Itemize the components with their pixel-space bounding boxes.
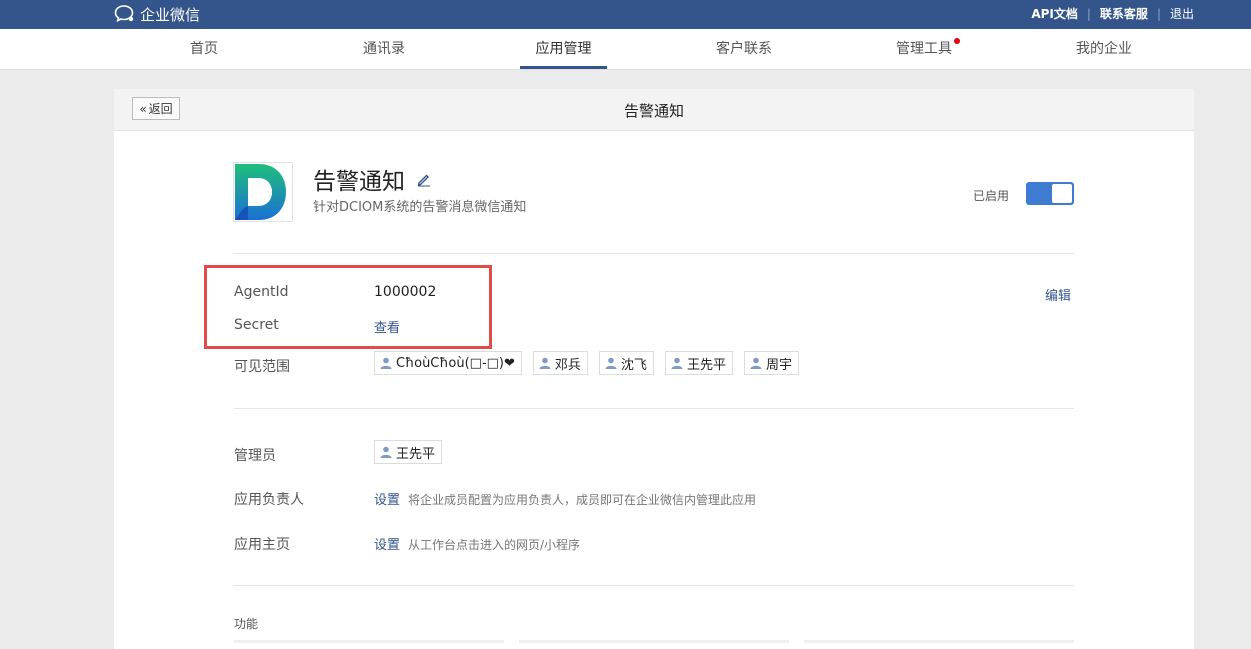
- panel-header: 告警通知 « 返回: [114, 89, 1194, 131]
- logout-link[interactable]: 退出: [1170, 5, 1194, 22]
- highlight-box: [204, 265, 492, 349]
- owner-label: 应用负责人: [234, 492, 304, 508]
- divider: [234, 585, 1074, 586]
- member-tag[interactable]: CħoùCħoù(□-□)❤: [374, 351, 522, 375]
- set-homepage-link[interactable]: 设置: [374, 538, 400, 553]
- admin-tags: 王先平: [374, 440, 453, 464]
- user-icon: [380, 357, 392, 369]
- back-button[interactable]: « 返回: [132, 97, 180, 120]
- set-owner-link[interactable]: 设置: [374, 493, 400, 508]
- app-detail-panel: 告警通知 « 返回 告警通知 针对DCIOM系统的告警消息微信通知 已启用 Ag…: [114, 89, 1194, 649]
- member-name: 沈飞: [620, 357, 647, 373]
- divider: [234, 408, 1074, 409]
- homepage-row: 设置 从工作台点击进入的网页/小程序: [374, 534, 580, 553]
- member-name: 王先平: [686, 357, 726, 373]
- member-tag[interactable]: 周宇: [743, 351, 799, 375]
- visibility-label: 可见范围: [234, 359, 290, 375]
- app-logo: [233, 162, 293, 222]
- nav-app-management[interactable]: 应用管理: [520, 29, 607, 69]
- double-chevron-left-icon: «: [139, 101, 147, 116]
- member-tag[interactable]: 沈飞: [598, 351, 654, 375]
- features-label: 功能: [234, 617, 259, 631]
- member-tag[interactable]: 邓兵: [532, 351, 588, 375]
- main-nav: 首页 通讯录 应用管理 客户联系 管理工具 我的企业: [0, 29, 1251, 70]
- brand-logo[interactable]: 企业微信: [114, 4, 200, 24]
- member-name: 周宇: [765, 357, 792, 373]
- member-name: CħoùCħoù(□-□)❤: [396, 355, 515, 371]
- member-name: 邓兵: [554, 357, 581, 373]
- app-name: 告警通知: [313, 169, 405, 195]
- admin-name: 王先平: [396, 446, 436, 462]
- user-icon: [671, 357, 683, 369]
- user-icon: [539, 357, 551, 369]
- top-bar: 企业微信 API文档 | 联系客服 | 退出: [0, 0, 1251, 29]
- visibility-tags: CħoùCħoù(□-□)❤ 邓兵 沈飞 王先平 周宇: [374, 351, 810, 375]
- api-docs-link[interactable]: API文档: [1031, 5, 1078, 22]
- owner-hint: 将企业成员配置为应用负责人，成员即可在企业微信内管理此应用: [408, 493, 757, 507]
- edit-link[interactable]: 编辑: [1045, 285, 1071, 304]
- owner-row: 设置 将企业成员配置为应用负责人，成员即可在企业微信内管理此应用: [374, 489, 756, 508]
- admin-tag[interactable]: 王先平: [374, 440, 443, 464]
- user-icon: [750, 357, 762, 369]
- nav-my-enterprise[interactable]: 我的企业: [1066, 29, 1142, 69]
- top-links: API文档 | 联系客服 | 退出: [1031, 5, 1194, 22]
- nav-customer-contact[interactable]: 客户联系: [706, 29, 782, 69]
- top-link-separator: |: [1086, 6, 1091, 21]
- back-button-label: 返回: [148, 102, 173, 116]
- status-label: 已启用: [973, 189, 1010, 203]
- enable-toggle[interactable]: [1026, 182, 1074, 205]
- user-icon: [605, 357, 617, 369]
- page-title: 告警通知: [623, 102, 684, 120]
- brand-name: 企业微信: [140, 5, 201, 24]
- admins-label: 管理员: [234, 448, 276, 464]
- app-description: 针对DCIOM系统的告警消息微信通知: [313, 200, 527, 215]
- member-tag[interactable]: 王先平: [664, 351, 733, 375]
- homepage-label: 应用主页: [234, 537, 290, 553]
- contact-support-link[interactable]: 联系客服: [1100, 5, 1148, 22]
- homepage-hint: 从工作台点击进入的网页/小程序: [408, 538, 581, 552]
- edit-pencil-icon[interactable]: [416, 171, 432, 187]
- nav-home[interactable]: 首页: [174, 29, 234, 69]
- top-link-separator: |: [1156, 6, 1161, 21]
- user-icon: [380, 446, 392, 458]
- dciom-logo-icon: [234, 163, 292, 221]
- divider: [234, 253, 1074, 254]
- nav-management-tools[interactable]: 管理工具: [886, 29, 962, 69]
- nav-contacts[interactable]: 通讯录: [354, 29, 414, 69]
- toggle-knob: [1052, 184, 1072, 203]
- wecom-logo-icon: [114, 5, 134, 23]
- notification-dot: [954, 38, 960, 44]
